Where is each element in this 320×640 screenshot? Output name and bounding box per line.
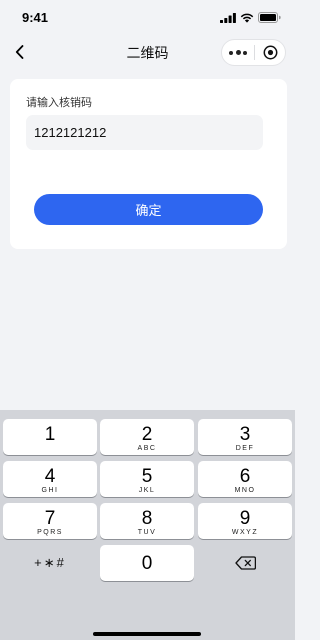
numeric-keyboard: 1 2 ABC 3 DEF 4 GHI 5 JKL 6 MNO 7 PQRS 8… [0, 410, 295, 640]
key-letters: ABC [137, 445, 157, 452]
key-digit: 4 [44, 466, 56, 487]
key-digit: 8 [141, 508, 153, 529]
battery-icon [258, 12, 281, 23]
key-digit: 1 [44, 424, 56, 445]
key-letters: PQRS [37, 529, 63, 536]
confirm-button[interactable]: 确定 [34, 194, 263, 225]
key-4[interactable]: 4 GHI [3, 461, 97, 497]
key-9[interactable]: 9 WXYZ [198, 503, 292, 539]
key-letters: MNO [234, 487, 256, 494]
key-digit: 6 [239, 466, 251, 487]
more-icon [229, 50, 233, 55]
key-0[interactable]: 0 [100, 545, 194, 581]
key-digit: 9 [239, 508, 251, 529]
key-6[interactable]: 6 MNO [198, 461, 292, 497]
redeem-code-input[interactable] [26, 115, 263, 150]
redeem-code-label: 请输入核销码 [26, 97, 92, 109]
key-digit: 0 [141, 553, 153, 574]
nav-bar: 二维码 [0, 34, 295, 70]
key-3[interactable]: 3 DEF [198, 419, 292, 455]
target-close-icon [263, 45, 277, 60]
key-letters: GHI [41, 487, 59, 494]
mini-program-capsule [221, 39, 286, 66]
signal-icon [220, 12, 236, 23]
key-1[interactable]: 1 [3, 419, 97, 455]
wifi-icon [240, 13, 254, 23]
key-digit: 5 [141, 466, 153, 487]
key-8[interactable]: 8 TUV [100, 503, 194, 539]
key-letters: WXYZ [231, 529, 259, 536]
delete-key[interactable] [198, 545, 292, 581]
close-program-button[interactable] [255, 40, 285, 65]
key-7[interactable]: 7 PQRS [3, 503, 97, 539]
key-2[interactable]: 2 ABC [100, 419, 194, 455]
status-time: 9:41 [22, 10, 49, 25]
symbols-key[interactable]: +∗# [3, 545, 97, 581]
key-letters: TUV [137, 529, 157, 536]
redeem-form-card: 请输入核销码 确定 [10, 79, 287, 249]
key-letters: JKL [138, 487, 156, 494]
key-letters: DEF [235, 445, 255, 452]
key-5[interactable]: 5 JKL [100, 461, 194, 497]
home-indicator [93, 632, 201, 636]
key-digit: 7 [44, 508, 56, 529]
status-bar: 9:41 [0, 0, 295, 34]
key-digit: 2 [141, 424, 153, 445]
key-digit: 3 [239, 424, 251, 445]
more-button[interactable] [222, 40, 254, 65]
symbols-label: +∗# [34, 555, 66, 570]
backspace-icon [234, 556, 256, 570]
status-icons [220, 12, 281, 23]
